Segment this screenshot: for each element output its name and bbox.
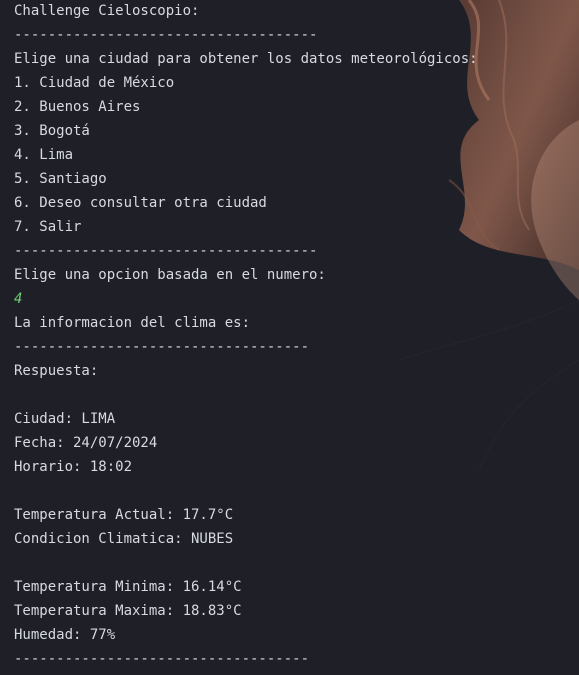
weather-condition: Condicion Climatica: NUBES: [14, 531, 234, 547]
menu-option-3: 3. Bogotá: [14, 123, 90, 139]
menu-option-1: 1. Ciudad de México: [14, 75, 175, 91]
date-value: Fecha: 24/07/2024: [14, 435, 158, 451]
city-prompt: Elige una ciudad para obtener los datos …: [14, 51, 478, 67]
menu-option-4: 4. Lima: [14, 147, 74, 163]
option-prompt: Elige una opcion basada en el numero:: [14, 267, 326, 283]
menu-option-7: 7. Salir: [14, 219, 82, 235]
humidity-value: Humedad: 77%: [14, 627, 116, 643]
current-temperature: Temperatura Actual: 17.7°C: [14, 507, 234, 523]
time-value: Horario: 18:02: [14, 459, 133, 475]
separator-line: -----------------------------------: [14, 339, 310, 355]
separator-line: ------------------------------------: [14, 243, 318, 259]
separator-line: ------------------------------------: [14, 27, 318, 43]
weather-info-header: La informacion del clima es:: [14, 315, 251, 331]
user-input-echo: 4: [14, 291, 23, 307]
menu-option-6: 6. Deseo consultar otra ciudad: [14, 195, 267, 211]
response-label: Respuesta:: [14, 363, 99, 379]
separator-line: -----------------------------------: [14, 651, 310, 667]
menu-option-2: 2. Buenos Aires: [14, 99, 141, 115]
menu-option-5: 5. Santiago: [14, 171, 107, 187]
max-temperature: Temperatura Maxima: 18.83°C: [14, 603, 242, 619]
city-value: Ciudad: LIMA: [14, 411, 116, 427]
console-title: Challenge Cieloscopio:: [14, 3, 200, 19]
min-temperature: Temperatura Minima: 16.14°C: [14, 579, 242, 595]
console-output: Challenge Cieloscopio: -----------------…: [14, 0, 574, 675]
